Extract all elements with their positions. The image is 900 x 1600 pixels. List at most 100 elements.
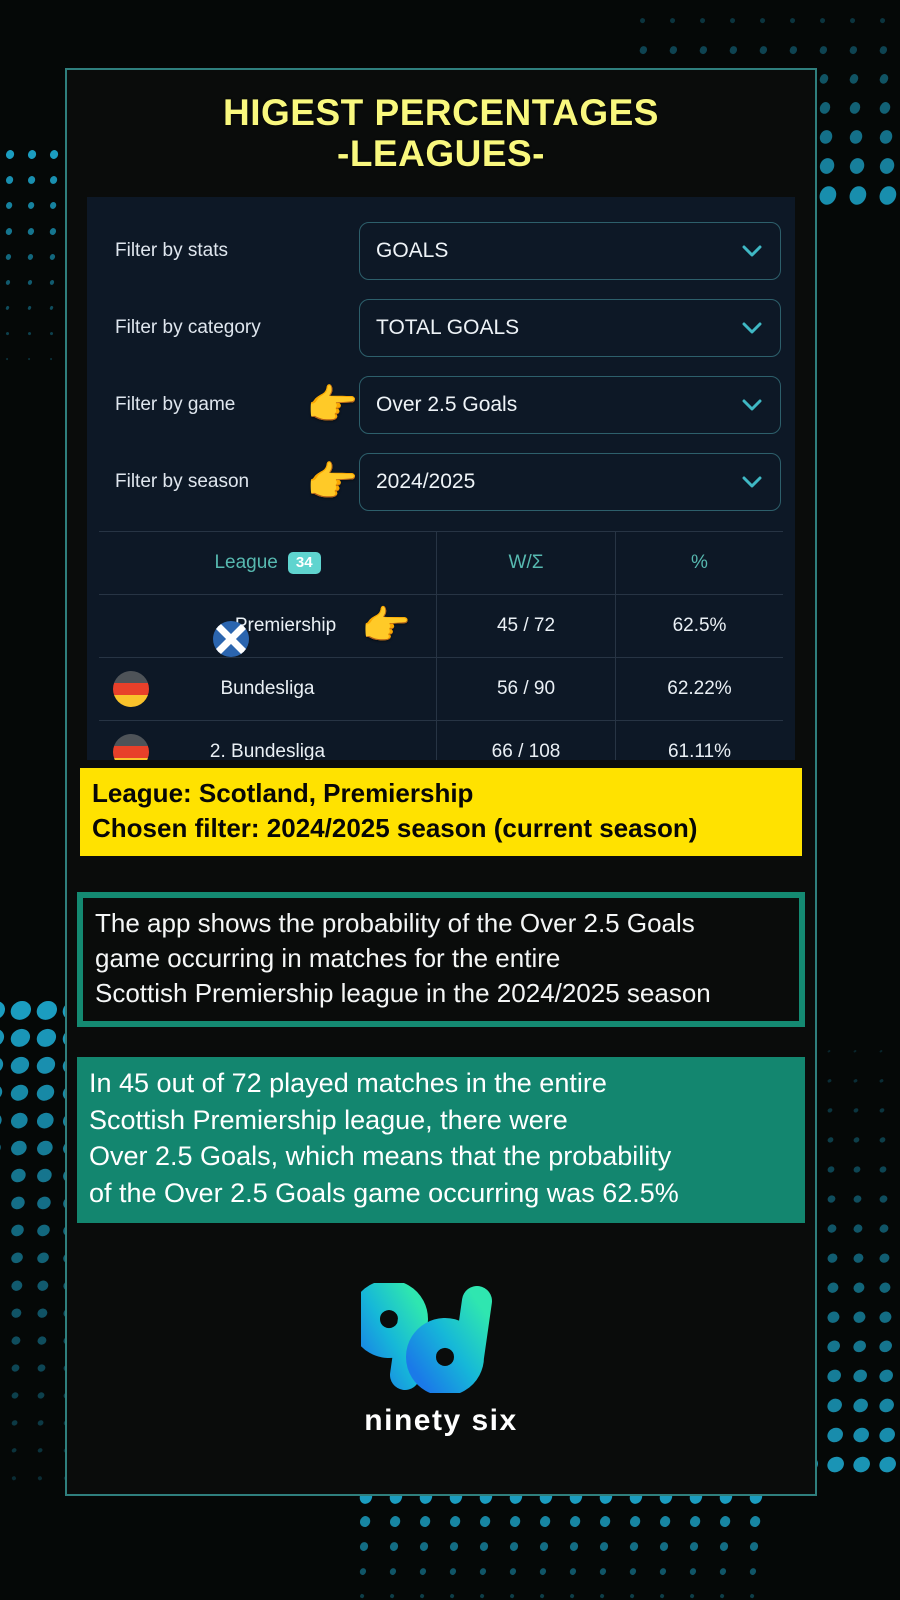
table-header-pct[interactable]: % [616, 532, 783, 594]
halftone-dot [846, 183, 870, 208]
halftone-dot [639, 17, 646, 25]
halftone-dot [749, 1593, 755, 1600]
halftone-dot [358, 1514, 372, 1530]
halftone-dot [48, 174, 59, 186]
table-row[interactable]: Bundesliga 56 / 90 62.22% [99, 657, 783, 721]
callout-outlined-line-1: The app shows the probability of the Ove… [95, 908, 695, 939]
halftone-dot [876, 1453, 899, 1476]
halftone-dot [10, 1334, 22, 1347]
halftone-dot [5, 331, 10, 336]
halftone-dot [719, 1593, 725, 1600]
halftone-dot [877, 1309, 894, 1325]
halftone-dot [568, 1514, 582, 1530]
halftone-dot [718, 1514, 732, 1530]
callout-green-line-4: of the Over 2.5 Goals game occurring was… [89, 1177, 679, 1208]
halftone-dot [33, 1053, 59, 1078]
filter-row-game: Filter by game 👉 Over 2.5 Goals [101, 367, 781, 444]
pointing-hand-icon: 👉 [306, 381, 359, 429]
halftone-dot [879, 17, 886, 25]
halftone-dot [8, 1166, 29, 1185]
halftone-dot [0, 1081, 6, 1105]
halftone-dot [539, 1593, 545, 1600]
halftone-dot [748, 1567, 758, 1576]
chevron-down-icon[interactable] [742, 476, 762, 488]
table-row[interactable]: Premiership 👉 45 / 72 62.5% [99, 594, 783, 658]
halftone-dot [850, 1424, 872, 1446]
halftone-dot [825, 1280, 841, 1295]
halftone-dot [876, 1424, 898, 1446]
brand-wordmark: ninety six [364, 1404, 518, 1438]
halftone-dot [34, 1166, 55, 1185]
halftone-dot [824, 1453, 847, 1476]
halftone-dot [26, 227, 35, 236]
halftone-dot [508, 1540, 520, 1553]
halftone-dot [628, 1567, 638, 1576]
ninety-six-infinity-logo [350, 1280, 521, 1398]
table-row[interactable]: 2. Bundesliga 66 / 108 61.11% [99, 720, 783, 760]
halftone-dot [9, 1278, 24, 1293]
filter-row-season: Filter by season 👉 2024/2025 [101, 444, 781, 521]
halftone-dot [27, 253, 34, 261]
halftone-dot [850, 1453, 873, 1476]
halftone-dot [878, 1193, 889, 1204]
halftone-dot [878, 72, 891, 86]
callout-yellow: League: Scotland, Premiership Chosen fil… [80, 767, 802, 857]
halftone-dot [718, 1567, 728, 1576]
title-line-1: HIGEST PERCENTAGES [223, 92, 659, 133]
filter-row-category: Filter by category TOTAL GOALS [101, 290, 781, 367]
halftone-dot [848, 44, 858, 55]
halftone-dot [0, 1166, 3, 1185]
filter-select-season[interactable]: 2024/2025 [359, 453, 781, 512]
halftone-dot [688, 1567, 698, 1576]
halftone-dot [850, 1396, 871, 1416]
callout-green-line-3: Over 2.5 Goals, which means that the pro… [89, 1141, 672, 1172]
table-cell-ws: 56 / 90 [437, 657, 616, 720]
halftone-dot [818, 44, 828, 55]
halftone-dot [853, 1078, 859, 1084]
table-cell-league: Bundesliga [99, 657, 437, 720]
halftone-dot [852, 1165, 862, 1174]
chevron-down-icon[interactable] [742, 245, 762, 257]
halftone-dot [817, 128, 835, 147]
halftone-dot [4, 174, 15, 186]
chevron-down-icon[interactable] [742, 399, 762, 411]
halftone-dot [851, 1309, 868, 1325]
halftone-dot [508, 1514, 522, 1530]
app-screenshot: Filter by stats GOALS Filter by category… [87, 196, 795, 760]
chevron-down-icon[interactable] [742, 322, 762, 334]
halftone-dot [748, 1514, 762, 1530]
halftone-dot [49, 331, 54, 336]
halftone-dot [27, 305, 33, 311]
halftone-dot [0, 1194, 2, 1212]
callout-green: In 45 out of 72 played matches in the en… [77, 1057, 805, 1224]
filter-select-stats[interactable]: GOALS [359, 222, 781, 281]
halftone-dot [668, 44, 678, 55]
halftone-dot [848, 72, 861, 86]
halftone-dot [852, 1193, 863, 1204]
pointing-hand-icon: 👉 [361, 603, 411, 648]
halftone-dot [35, 1278, 50, 1293]
halftone-dot [699, 17, 706, 25]
callout-green-line-1: In 45 out of 72 played matches in the en… [89, 1068, 607, 1099]
table-header-ws[interactable]: W/Σ [437, 531, 616, 594]
halftone-dot [847, 155, 867, 177]
halftone-dot [9, 1194, 28, 1212]
halftone-dot [825, 1338, 843, 1355]
halftone-dot [48, 148, 60, 161]
halftone-dot [852, 1222, 864, 1235]
halftone-dot [388, 1514, 402, 1530]
halftone-dot [9, 1250, 25, 1266]
halftone-dot [36, 1334, 48, 1347]
leagues-table: League 34 W/Σ % Premiership 👉 45 / 72 62… [99, 530, 783, 760]
halftone-dot [850, 1367, 870, 1386]
filter-select-game[interactable]: Over 2.5 Goals [359, 376, 781, 435]
halftone-dot [5, 253, 12, 261]
halftone-dot [878, 1107, 886, 1114]
halftone-dot [7, 1053, 33, 1078]
halftone-dot [852, 1136, 861, 1144]
scotland-flag-icon [212, 620, 249, 657]
filter-select-category[interactable]: TOTAL GOALS [359, 299, 781, 358]
table-header-league[interactable]: League 34 [99, 531, 437, 594]
callout-yellow-line-2: Chosen filter: 2024/2025 season (current… [92, 812, 698, 843]
halftone-dot [599, 1593, 605, 1600]
